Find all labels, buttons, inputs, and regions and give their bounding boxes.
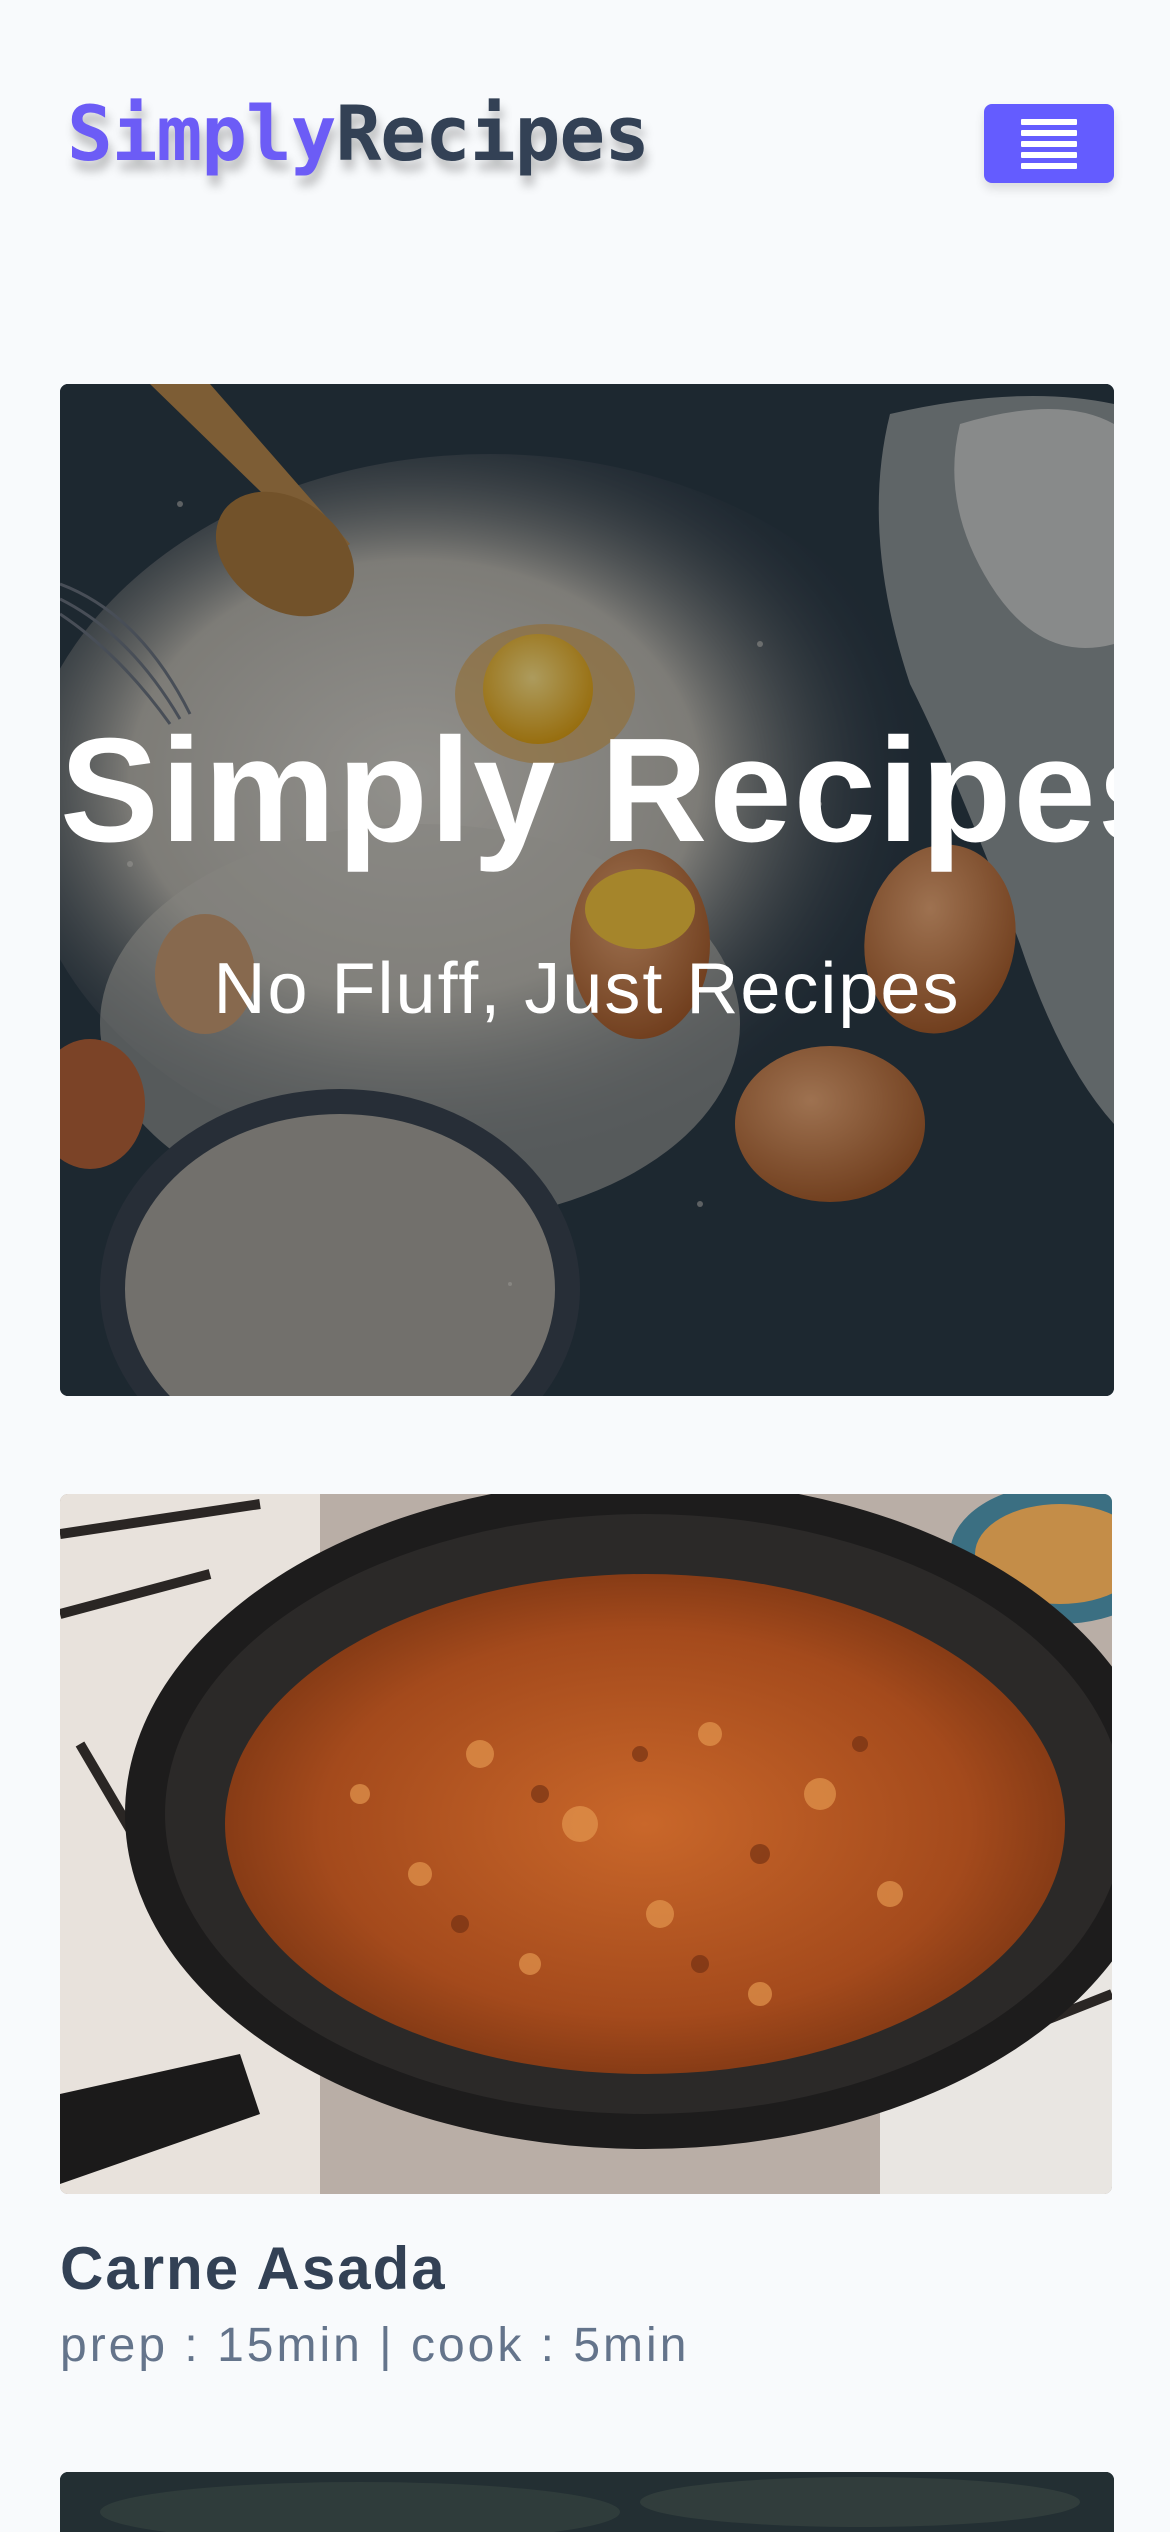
recipe-prep-cook-time: prep : 15min | cook : 5min: [60, 2319, 690, 2372]
recipe-card[interactable]: Carne Asada prep : 15min | cook : 5min: [60, 1494, 1112, 2372]
recipe-title[interactable]: Carne Asada: [60, 2234, 447, 2304]
navbar: SimplyRecipes: [0, 0, 1170, 285]
hero-title: Simply Recipes: [60, 708, 1114, 873]
menu-toggle-button[interactable]: [984, 104, 1114, 183]
hamburger-menu-icon: [1021, 118, 1077, 169]
next-recipe-image-partial: [60, 2472, 1114, 2532]
logo[interactable]: SimplyRecipes: [67, 88, 650, 180]
pan-fried-meat-image: [60, 1494, 1112, 2194]
logo-first-word: Simply: [67, 89, 337, 178]
recipe-image[interactable]: [60, 1494, 1112, 2194]
hero-overlay: [60, 384, 1114, 1396]
hero-banner: Simply Recipes No Fluff, Just Recipes: [60, 384, 1114, 1396]
hero-subtitle: No Fluff, Just Recipes: [213, 949, 961, 1029]
logo-second-word: Recipes: [335, 89, 650, 178]
next-recipe-image[interactable]: [60, 2472, 1114, 2532]
